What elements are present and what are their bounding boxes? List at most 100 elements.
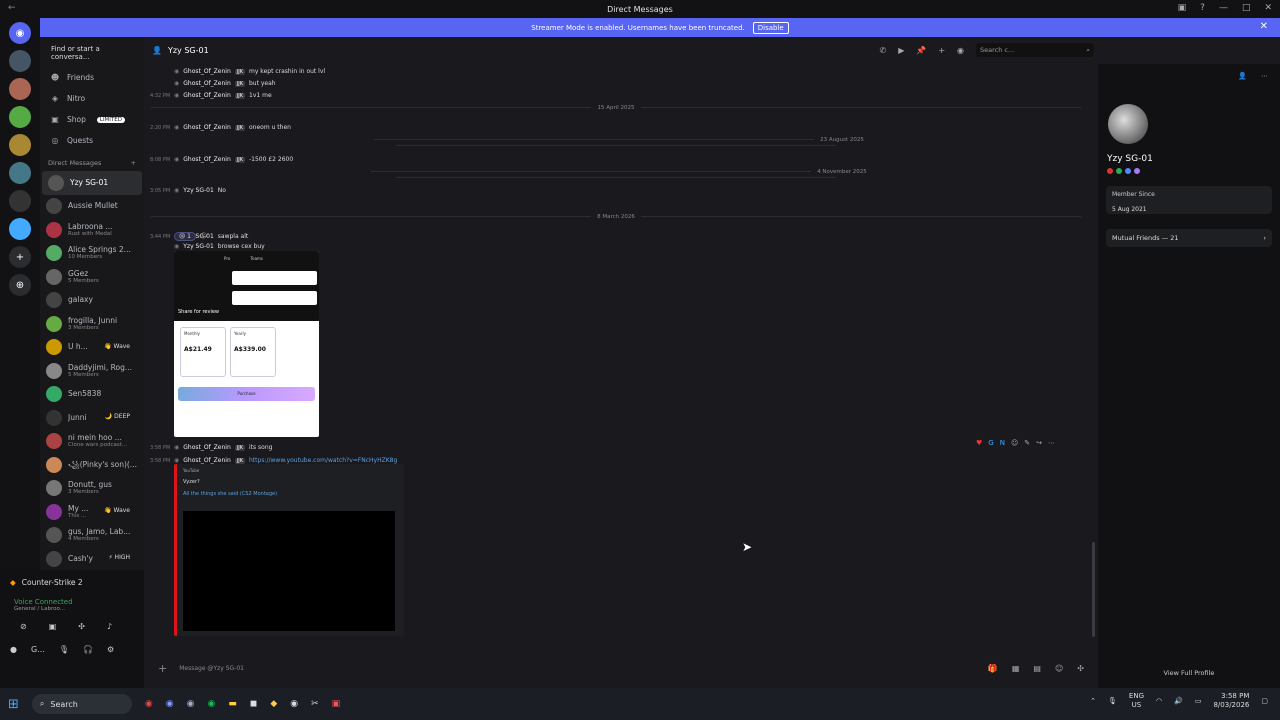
language-indicator[interactable]: ENG US <box>1129 692 1144 710</box>
emoji-n-icon[interactable]: N <box>1000 439 1005 447</box>
mutual-friends-card[interactable]: Mutual Friends — 21 › <box>1106 229 1272 247</box>
dm-item[interactable]: Daddyjimi, Rog... 5 Members <box>40 359 144 383</box>
emoji-icon[interactable]: ☺ <box>1055 664 1063 673</box>
nav-item-quests[interactable]: ◎ Quests <box>40 130 144 151</box>
sticker-icon[interactable]: ▤ <box>1033 664 1041 673</box>
edit-icon[interactable]: ✎ <box>1024 439 1030 447</box>
dm-item[interactable]: Cash'y ⚡ HIGH <box>40 547 144 571</box>
message-author[interactable]: Ghost_Of_Zenin <box>183 156 231 163</box>
discord-icon[interactable]: ◉ <box>166 699 174 709</box>
mic-icon[interactable]: 🎙 <box>1108 697 1117 705</box>
steam-icon[interactable]: ◉ <box>187 699 195 709</box>
scrollbar[interactable] <box>1092 542 1095 637</box>
server-icon[interactable] <box>9 134 31 156</box>
inbox-icon[interactable]: ▣ <box>1178 3 1187 13</box>
camera-off-icon[interactable]: ⊘ <box>20 622 27 631</box>
dm-item[interactable]: Sen5838 <box>40 383 144 407</box>
message-author[interactable]: Ghost_Of_Zenin <box>183 80 231 87</box>
embed-author[interactable]: Vyzer? <box>183 479 398 485</box>
server-icon[interactable] <box>9 190 31 212</box>
forward-icon[interactable]: ↪ <box>1036 439 1042 447</box>
pin-icon[interactable]: 📌 <box>916 46 926 55</box>
message-composer[interactable]: + Message @Yzy SG-01 🎁 ▦ ▤ ☺ ✣ <box>144 657 1098 679</box>
server-icon[interactable] <box>9 162 31 184</box>
dm-item[interactable]: gus, Jamo, Lab... 4 Members <box>40 524 144 548</box>
close-banner-icon[interactable]: ✕ <box>1260 21 1268 32</box>
activities-icon[interactable]: ✣ <box>78 622 85 631</box>
dm-item[interactable]: Labroona ... Rust with Medal <box>40 218 144 242</box>
gif-icon[interactable]: ▦ <box>1012 664 1020 673</box>
message-input[interactable]: Message @Yzy SG-01 <box>179 665 244 672</box>
dm-item[interactable]: Yzy SG-01 <box>42 171 142 195</box>
reaction-pill[interactable]: 😢 1 <box>174 232 196 241</box>
chrome-icon[interactable]: ◉ <box>145 699 153 709</box>
notification-icon[interactable]: ▢ <box>1261 697 1268 705</box>
chat-search-input[interactable]: Search c... ⌕ <box>976 43 1094 57</box>
dm-item[interactable]: Junni 🌙 DEEP <box>40 406 144 430</box>
server-icon[interactable] <box>9 78 31 100</box>
message-author[interactable]: Ghost_Of_Zenin <box>183 68 231 75</box>
more-icon[interactable]: ⋯ <box>1048 439 1055 447</box>
message-author[interactable]: Ghost_Of_Zenin <box>183 124 231 131</box>
app-icon[interactable]: ◆ <box>270 699 277 709</box>
profile-avatar[interactable] <box>1108 104 1148 144</box>
dm-item[interactable]: ni mein hoo ... Clone wars podcast... <box>40 430 144 454</box>
epic-games-icon[interactable]: ◼ <box>250 699 257 709</box>
close-icon[interactable]: ✕ <box>1264 3 1272 13</box>
dm-item[interactable]: ꧁(Pinky's son)(... <box>40 453 144 477</box>
add-reaction-icon[interactable]: ☺ <box>200 232 207 241</box>
message-link[interactable]: https://www.youtube.com/watch?v=FNcHyHZK… <box>249 457 397 464</box>
dm-item[interactable]: galaxy <box>40 289 144 313</box>
maximize-icon[interactable]: □ <box>1242 3 1251 13</box>
user-avatar[interactable]: ● <box>10 645 17 654</box>
dm-item[interactable]: Aussie Mullet <box>40 195 144 219</box>
view-full-profile-link[interactable]: View Full Profile <box>1098 669 1280 677</box>
apps-icon[interactable]: ✣ <box>1077 664 1084 673</box>
dm-item[interactable]: U h... 👋 Wave <box>40 336 144 360</box>
capcut-icon[interactable]: ✂ <box>311 699 319 709</box>
message-author[interactable]: Yzy SG-01 <box>183 243 214 250</box>
embed-title[interactable]: All the things she said (CS2 Montage) <box>183 491 398 497</box>
emoji-g-icon[interactable]: G <box>988 439 993 447</box>
dm-item[interactable]: Alice Springs 2... 10 Members <box>40 242 144 266</box>
add-reaction-icon[interactable]: ☺ <box>1011 439 1018 447</box>
settings-icon[interactable]: ⚙ <box>107 645 114 654</box>
mic-icon[interactable]: 🎙 <box>59 645 69 654</box>
help-icon[interactable]: ? <box>1200 3 1205 13</box>
wifi-icon[interactable]: ◠ <box>1156 697 1162 705</box>
dm-item[interactable]: Donutt, gus 3 Members <box>40 477 144 501</box>
dm-item[interactable]: frogilla, Junni 3 Members <box>40 312 144 336</box>
dm-item[interactable]: GGez 5 Members <box>40 265 144 289</box>
disable-button[interactable]: Disable <box>752 21 789 34</box>
heart-icon[interactable]: ♥ <box>976 439 982 447</box>
profile-icon[interactable]: ◉ <box>957 46 964 55</box>
message-author[interactable]: Ghost_Of_Zenin <box>183 444 231 451</box>
chevron-up-icon[interactable]: ⌃ <box>1090 697 1096 705</box>
battery-icon[interactable]: ▭ <box>1195 697 1202 705</box>
soundboard-icon[interactable]: ♪ <box>107 622 112 631</box>
message-author[interactable]: Yzy SG-01 <box>183 187 214 194</box>
volume-icon[interactable]: 🔊 <box>1174 697 1183 705</box>
minimize-icon[interactable]: — <box>1219 3 1228 13</box>
spotify-icon[interactable]: ◉ <box>207 699 215 709</box>
add-friend-icon[interactable]: + <box>938 46 945 55</box>
activity-game[interactable]: ◆ Counter-Strike 2 <box>0 570 144 594</box>
message-author[interactable]: Ghost_Of_Zenin <box>183 92 231 99</box>
discord-home-icon[interactable]: ◉ <box>9 22 31 44</box>
message-author[interactable]: Ghost_Of_Zenin <box>183 457 231 464</box>
attachment-image[interactable]: Pro Teams Share for review Monthly A$21.49… <box>174 251 319 437</box>
nav-item-nitro[interactable]: ◈ Nitro <box>40 88 144 109</box>
taskbar-search[interactable]: ⌕ Search <box>31 694 132 714</box>
server-icon[interactable] <box>9 218 31 240</box>
discover-icon[interactable]: ⊕ <box>9 274 31 296</box>
nav-item-friends[interactable]: ☻ Friends <box>40 67 144 88</box>
dm-item[interactable]: My ... This ... 👋 Wave <box>40 500 144 524</box>
server-icon[interactable] <box>9 106 31 128</box>
gift-icon[interactable]: 🎁 <box>988 664 998 673</box>
back-icon[interactable]: ← <box>8 3 16 13</box>
video-icon[interactable]: ▶ <box>898 46 904 55</box>
call-icon[interactable]: ✆ <box>879 46 886 55</box>
attach-icon[interactable]: + <box>158 662 167 675</box>
add-server-icon[interactable]: + <box>9 246 31 268</box>
app-icon[interactable]: ▣ <box>332 699 341 709</box>
